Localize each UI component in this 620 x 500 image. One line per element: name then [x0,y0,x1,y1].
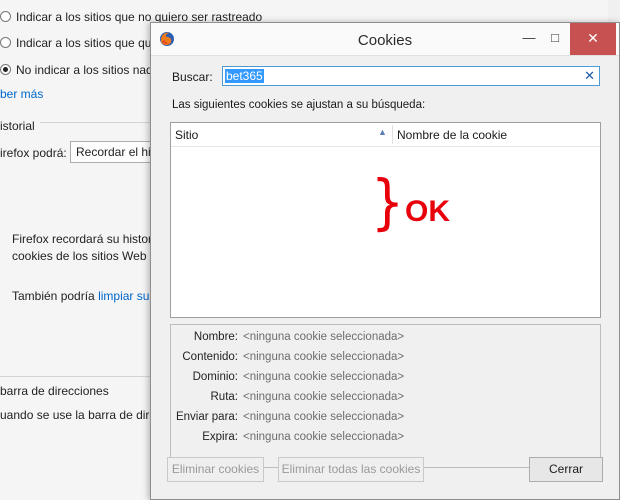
annotation-ok-text: OK [405,195,450,228]
history-heading: istorial [0,119,35,133]
column-header-site[interactable]: Sitio [175,128,198,142]
history-description-2: cookies de los sitios Web o [12,249,157,263]
maximize-button[interactable]: □ [542,23,568,55]
detail-value: <ninguna cookie seleccionada> [243,371,405,383]
history-mode-label: irefox podrá: [0,146,67,160]
column-header-cookie-name[interactable]: Nombre de la cookie [397,128,507,142]
clear-history-link[interactable]: limpiar su [98,289,149,303]
minimize-button[interactable]: — [516,23,542,55]
dnt-option-3[interactable]: No indicar a los sitios nada [0,63,160,77]
dnt-option-3-label: No indicar a los sitios nada [16,63,160,77]
section-divider [0,376,150,377]
list-header: Sitio ▲ Nombre de la cookie [171,123,600,147]
radio-icon[interactable] [0,37,11,48]
search-value[interactable]: bet365 [225,69,264,83]
detail-row-expires: Expira: <ninguna cookie seleccionada> [171,428,600,448]
column-divider[interactable] [392,125,393,144]
radio-checked-icon[interactable] [0,64,11,75]
addressbar-heading: barra de direcciones [0,384,109,398]
learn-more-link[interactable]: ber más [0,87,43,101]
history-mode-select[interactable]: Recordar el hist [70,141,160,163]
addressbar-text: uando se use la barra de direcc [0,408,169,422]
detail-label: Enviar para: [175,411,238,423]
close-window-button[interactable]: ✕ [570,23,616,55]
clear-history-text: También podría limpiar su [12,289,149,303]
radio-icon[interactable] [0,11,11,22]
detail-value: <ninguna cookie seleccionada> [243,351,405,363]
section-divider [40,122,150,123]
annotation-brace: } [371,168,405,238]
clear-history-prefix: También podría [12,289,99,303]
detail-row-domain: Dominio: <ninguna cookie seleccionada> [171,368,600,388]
detail-row-path: Ruta: <ninguna cookie seleccionada> [171,388,600,408]
clear-search-icon[interactable]: ✕ [584,68,595,84]
detail-row-send-for: Enviar para: <ninguna cookie seleccionad… [171,408,600,428]
dnt-option-2-label: Indicar a los sitios que quiero [16,36,172,50]
detail-value: <ninguna cookie seleccionada> [243,391,405,403]
detail-label: Expira: [202,431,238,443]
remove-cookies-button[interactable]: Eliminar cookies [167,457,264,482]
sort-ascending-icon[interactable]: ▲ [378,127,387,137]
search-input[interactable]: bet365 ✕ [222,66,600,86]
remove-all-cookies-button[interactable]: Eliminar todas las cookies [278,457,424,482]
detail-label: Ruta: [210,391,239,403]
detail-label: Nombre: [193,331,238,343]
cookie-details-panel: Nombre: <ninguna cookie seleccionada> Co… [170,324,601,468]
dnt-option-2[interactable]: Indicar a los sitios que quiero [0,36,172,50]
detail-row-name: Nombre: <ninguna cookie seleccionada> [171,328,600,348]
search-label: Buscar: [172,70,213,84]
detail-label: Contenido: [182,351,238,363]
detail-label: Dominio: [192,371,238,383]
detail-value: <ninguna cookie seleccionada> [243,411,405,423]
dialog-titlebar[interactable]: Cookies — □ ✕ [151,23,619,56]
detail-value: <ninguna cookie seleccionada> [243,331,405,343]
history-description-1: Firefox recordará su histor [12,232,153,246]
detail-value: <ninguna cookie seleccionada> [243,431,405,443]
detail-row-content: Contenido: <ninguna cookie seleccionada> [171,348,600,368]
results-description: Las siguientes cookies se ajustan a su b… [172,99,426,111]
close-button[interactable]: Cerrar [529,457,603,482]
cookies-dialog: Cookies — □ ✕ Buscar: bet365 ✕ Las sigui… [150,22,620,500]
